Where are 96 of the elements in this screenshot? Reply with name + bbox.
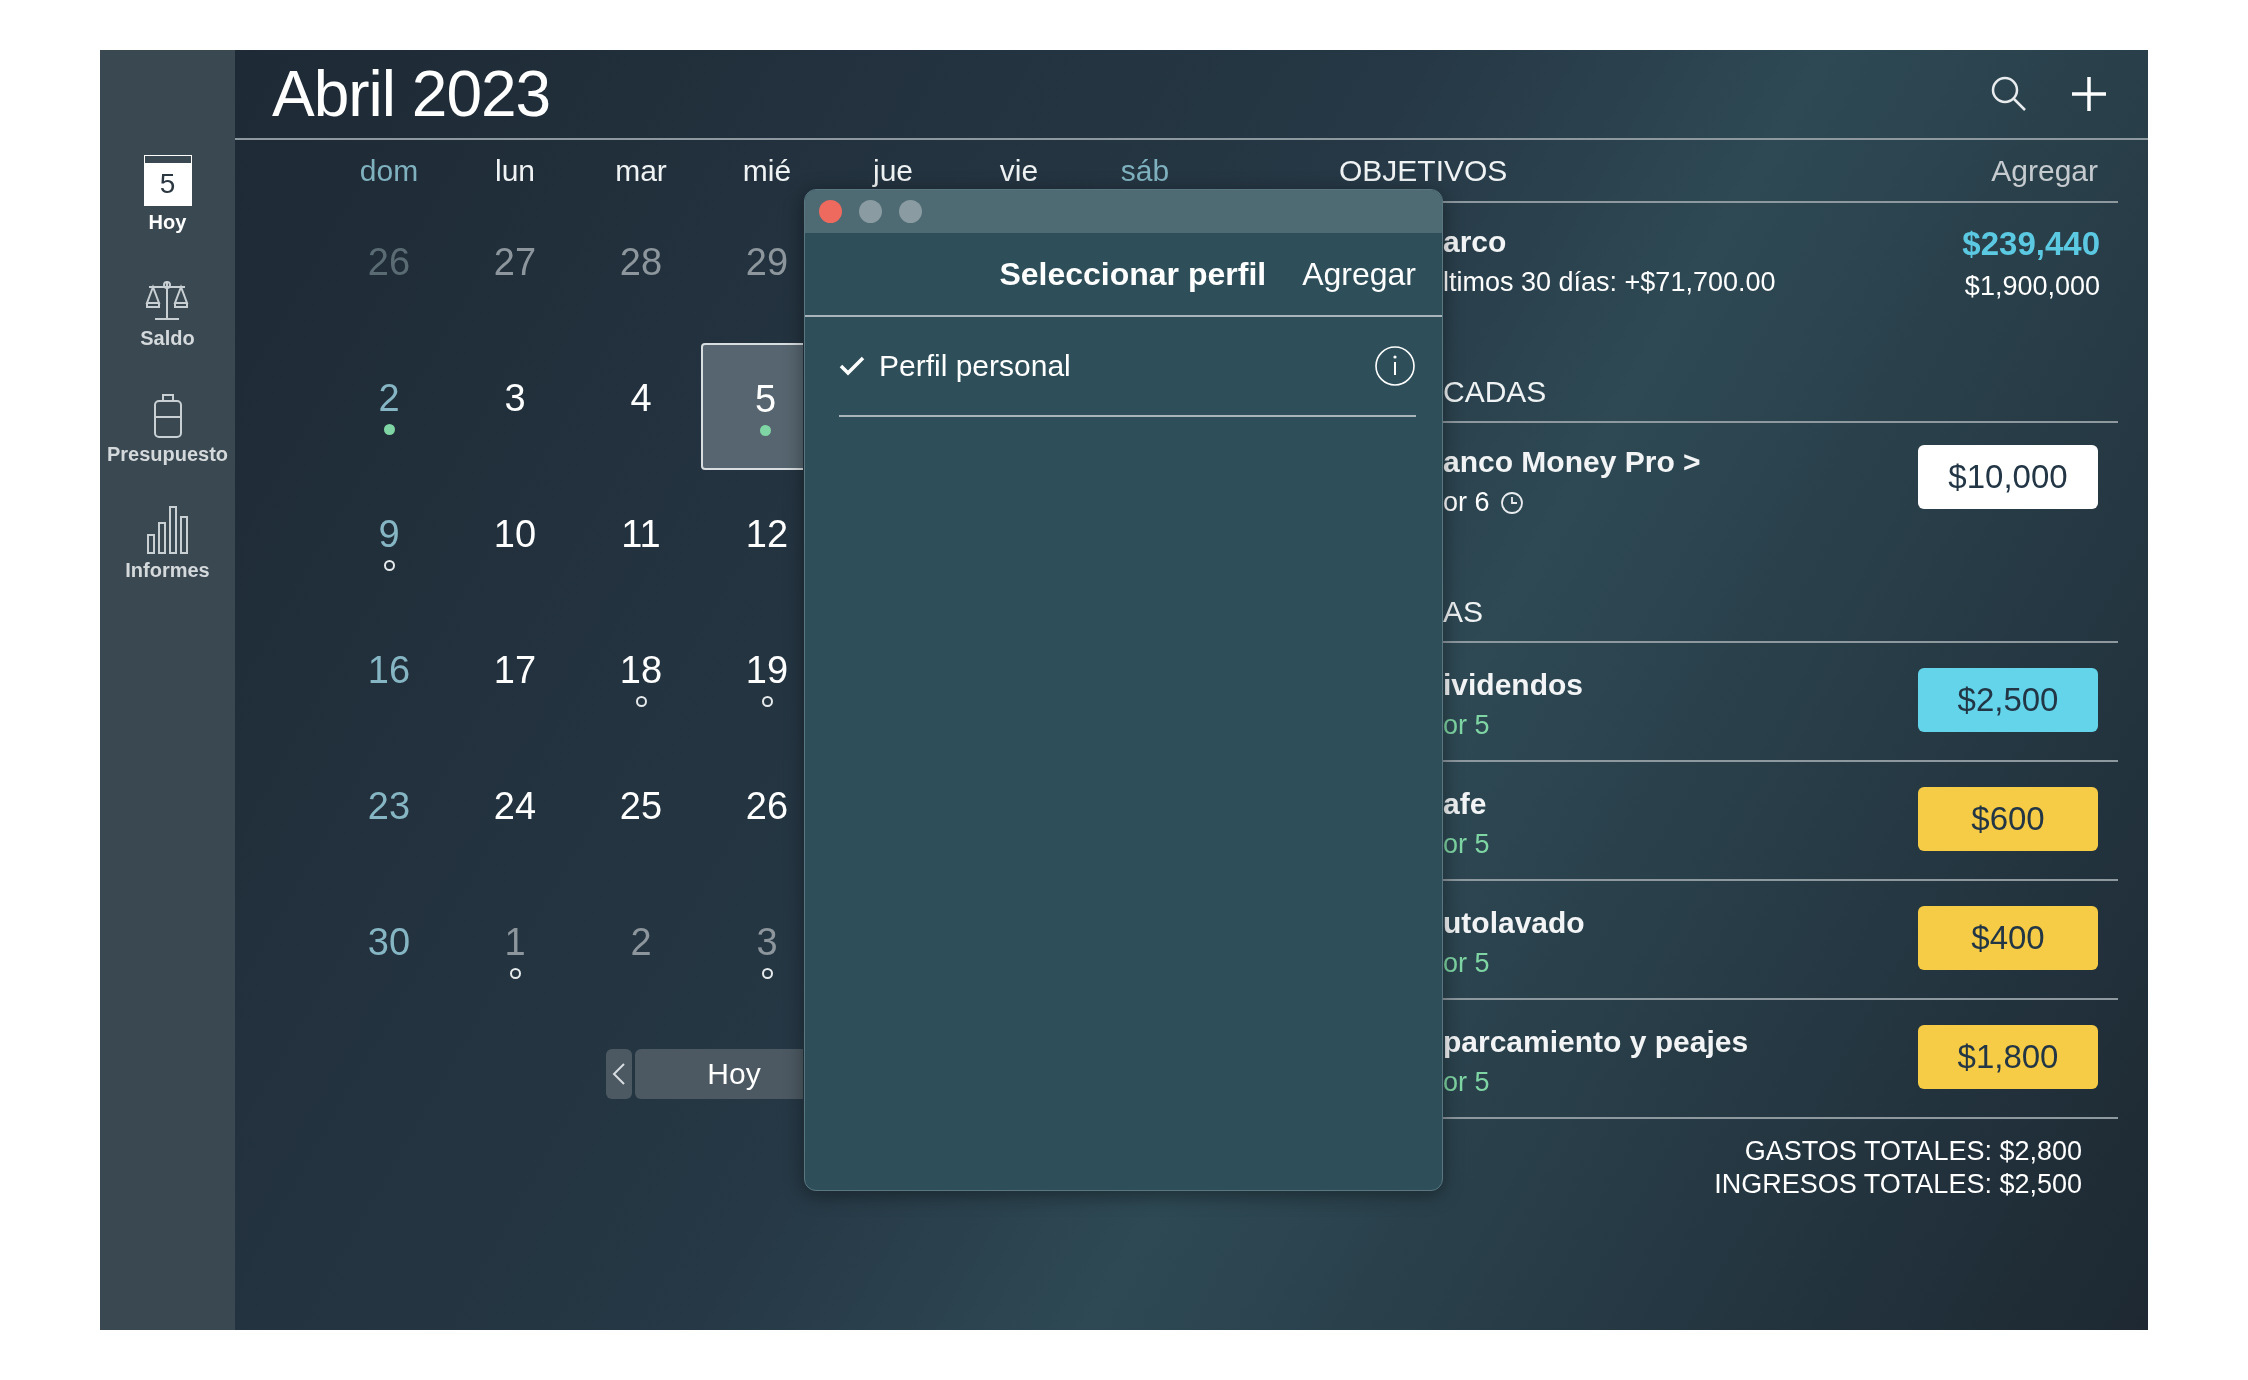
day-number: 28 bbox=[619, 241, 663, 284]
day-cell[interactable]: 23 bbox=[326, 750, 452, 878]
day-cell[interactable]: 26 bbox=[704, 750, 803, 878]
profile-item[interactable]: Perfil personal bbox=[839, 317, 1416, 417]
day-number: 19 bbox=[745, 649, 789, 692]
weekday-label: dom bbox=[358, 154, 420, 188]
target-amount: $1,900,000 bbox=[1964, 271, 2100, 302]
day-number: 9 bbox=[378, 513, 400, 556]
day-number: 23 bbox=[367, 785, 411, 828]
item-name: ividendos bbox=[1443, 668, 1584, 702]
day-cell[interactable]: 3 bbox=[452, 342, 578, 470]
day-cell[interactable]: 3 bbox=[704, 886, 803, 1014]
add-link[interactable]: Agregar bbox=[1302, 255, 1416, 293]
amount-button[interactable]: $1,800 bbox=[1918, 1025, 2098, 1089]
day-cell[interactable]: 24 bbox=[452, 750, 578, 878]
day-number: 3 bbox=[756, 921, 778, 964]
day-number: 2 bbox=[630, 921, 652, 964]
day-cell[interactable]: 2 bbox=[578, 886, 704, 1014]
day-number: 25 bbox=[619, 785, 663, 828]
previous-button[interactable] bbox=[606, 1049, 632, 1099]
weekday-label: mié bbox=[741, 154, 793, 188]
sidebar-item[interactable]: 5 Hoy bbox=[144, 142, 191, 234]
add-link[interactable]: Agregar bbox=[1991, 153, 2098, 188]
day-cell[interactable]: 1 bbox=[452, 886, 578, 1014]
day-number: 1 bbox=[504, 921, 526, 964]
search-icon[interactable] bbox=[1990, 75, 2028, 113]
day-cell[interactable]: 18 bbox=[578, 614, 704, 742]
bar-chart-icon bbox=[144, 505, 191, 555]
dialog-title: Seleccionar perfil bbox=[999, 255, 1267, 293]
day-cell[interactable]: 17 bbox=[452, 614, 578, 742]
weekday-label: jue bbox=[871, 154, 914, 188]
day-number: 24 bbox=[493, 785, 537, 828]
day-number: 2 bbox=[378, 377, 400, 420]
section-heading: OBJETIVOS bbox=[1339, 153, 1508, 188]
day-number: 17 bbox=[493, 649, 537, 692]
goal-change-text: ltimos 30 días: +$71,700.00 bbox=[1443, 267, 1776, 298]
item-name: anco Money Pro > bbox=[1443, 445, 1701, 479]
day-number: 16 bbox=[367, 649, 411, 692]
item-date: or 5 bbox=[1443, 1067, 1491, 1098]
day-number: 5 bbox=[754, 377, 777, 421]
day-cell[interactable]: 16 bbox=[326, 614, 452, 742]
weekday-label: mar bbox=[614, 154, 668, 188]
day-cell[interactable]: 29 bbox=[704, 206, 803, 334]
day-cell[interactable]: 2 bbox=[326, 342, 452, 470]
day-number: 26 bbox=[367, 241, 411, 284]
item-date: or 5 bbox=[1443, 829, 1490, 860]
day-number: 11 bbox=[621, 513, 661, 556]
weekday-label: sáb bbox=[1119, 154, 1171, 188]
amount-button[interactable]: $2,500 bbox=[1918, 668, 2098, 732]
day-number: 4 bbox=[630, 377, 652, 420]
amount-button[interactable]: $400 bbox=[1918, 906, 2098, 970]
item-name: parcamiento y peajes bbox=[1443, 1025, 1749, 1059]
item-name: utolavado bbox=[1443, 906, 1585, 940]
weekday-label: vie bbox=[998, 154, 1040, 188]
day-cell[interactable]: 25 bbox=[578, 750, 704, 878]
day-cell[interactable]: 4 bbox=[578, 342, 704, 470]
total-text: INGRESOS TOTALES: $2,500 bbox=[1714, 1168, 2082, 1201]
day-number: 26 bbox=[745, 785, 789, 828]
calendar-date: 5 bbox=[159, 168, 176, 200]
day-number: 18 bbox=[619, 649, 663, 692]
day-cell[interactable]: 10 bbox=[452, 478, 578, 606]
amount-button[interactable]: $600 bbox=[1918, 787, 2098, 851]
saved-amount: $239,440 bbox=[1962, 225, 2100, 263]
item-name: afe bbox=[1443, 787, 1488, 821]
day-number: 27 bbox=[493, 241, 537, 284]
day-number: 10 bbox=[493, 513, 537, 556]
day-cell[interactable]: 12 bbox=[704, 478, 803, 606]
sidebar-item[interactable]: Presupuesto bbox=[106, 374, 229, 466]
month-title: Abril 2023 bbox=[272, 57, 551, 131]
day-cell[interactable]: 11 bbox=[578, 478, 704, 606]
info-icon[interactable] bbox=[1374, 345, 1416, 387]
day-cell[interactable]: 30 bbox=[326, 886, 452, 1014]
day-number: 30 bbox=[367, 921, 411, 964]
goal-name: arco bbox=[1443, 225, 1508, 259]
sidebar-item[interactable]: Informes bbox=[125, 490, 210, 582]
item-date: or 5 bbox=[1443, 710, 1491, 741]
day-number: 3 bbox=[504, 377, 526, 420]
today-button[interactable]: Hoy bbox=[635, 1049, 803, 1099]
add-icon[interactable] bbox=[2070, 75, 2108, 113]
day-cell[interactable]: 28 bbox=[578, 206, 704, 334]
day-cell[interactable]: 27 bbox=[452, 206, 578, 334]
clock-icon bbox=[1499, 490, 1524, 515]
sidebar-item[interactable]: Saldo bbox=[140, 258, 195, 350]
selected-day[interactable]: 5 bbox=[701, 343, 803, 470]
section-heading: AS bbox=[1443, 595, 1484, 629]
item-date: or 5 bbox=[1443, 948, 1491, 979]
item-date: or 6 bbox=[1443, 487, 1490, 518]
day-number: 29 bbox=[745, 241, 789, 284]
amount-button[interactable]: $10,000 bbox=[1918, 445, 2098, 509]
chevron-left-icon bbox=[612, 1062, 626, 1086]
weekday-label: lun bbox=[493, 154, 536, 188]
day-cell[interactable]: 19 bbox=[704, 614, 803, 742]
day-cell[interactable]: 9 bbox=[326, 478, 452, 606]
section-heading: CADAS bbox=[1443, 375, 1547, 409]
total-text: GASTOS TOTALES: $2,800 bbox=[1744, 1135, 2082, 1168]
day-number: 12 bbox=[745, 513, 789, 556]
